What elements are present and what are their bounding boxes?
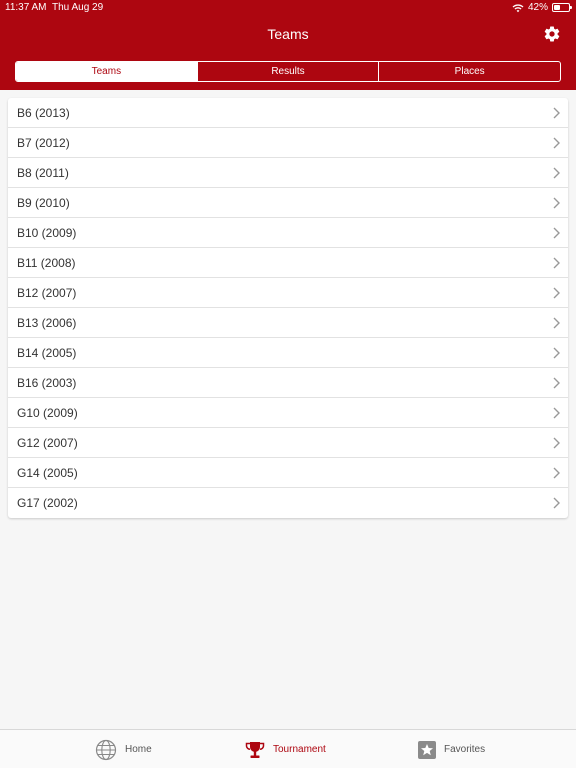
trophy-icon <box>245 741 265 758</box>
chevron-right-icon <box>553 467 560 478</box>
tab-tournament[interactable]: Tournament <box>245 730 326 768</box>
list-item[interactable]: G14 (2005) <box>8 458 568 488</box>
chevron-right-icon <box>553 197 560 208</box>
chevron-right-icon <box>553 287 560 298</box>
list-item-label: B9 (2010) <box>17 195 70 210</box>
list-item[interactable]: G17 (2002) <box>8 488 568 518</box>
chevron-right-icon <box>553 377 560 388</box>
list-item[interactable]: G12 (2007) <box>8 428 568 458</box>
chevron-right-icon <box>553 227 560 238</box>
chevron-right-icon <box>553 167 560 178</box>
wifi-icon <box>512 3 524 12</box>
list-item-label: B13 (2006) <box>17 315 77 330</box>
status-time: 11:37 AM <box>5 2 47 13</box>
status-date: Thu Aug 29 <box>52 2 104 13</box>
list-item-label: B14 (2005) <box>17 345 77 360</box>
list-item-label: B16 (2003) <box>17 375 77 390</box>
chevron-right-icon <box>553 107 560 118</box>
list-item-label: G10 (2009) <box>17 405 78 420</box>
list-item-label: B12 (2007) <box>17 285 77 300</box>
tab-favorites[interactable]: Favorites <box>418 730 485 768</box>
chevron-right-icon <box>553 347 560 358</box>
list-item-label: B11 (2008) <box>17 255 76 270</box>
status-bar: 11:37 AM Thu Aug 29 42% <box>0 0 576 16</box>
header: 11:37 AM Thu Aug 29 42% Teams Teams Resu… <box>0 0 576 90</box>
list-item-label: G17 (2002) <box>17 496 78 510</box>
list-item[interactable]: B9 (2010) <box>8 188 568 218</box>
list-item-label: B7 (2012) <box>17 135 70 150</box>
chevron-right-icon <box>553 257 560 268</box>
battery-fill <box>554 5 560 10</box>
list-item[interactable]: B14 (2005) <box>8 338 568 368</box>
list-item[interactable]: B12 (2007) <box>8 278 568 308</box>
list-item[interactable]: B13 (2006) <box>8 308 568 338</box>
bottom-tab-bar: Home Tournament Favorites <box>0 729 576 768</box>
battery-percent: 42% <box>527 2 548 13</box>
chevron-right-icon <box>553 137 560 148</box>
star-icon <box>418 740 436 759</box>
tab-favorites-label: Favorites <box>444 744 486 755</box>
page-title: Teams <box>267 26 309 42</box>
tab-teams[interactable]: Teams <box>16 62 197 81</box>
status-right: 42% <box>512 2 572 13</box>
chevron-right-icon <box>553 497 560 509</box>
list-item-label: G12 (2007) <box>17 435 78 450</box>
list-item-label: G14 (2005) <box>17 465 78 480</box>
tab-home[interactable]: Home <box>95 730 152 768</box>
list-item[interactable]: B6 (2013) <box>8 98 568 128</box>
list-item[interactable]: B16 (2003) <box>8 368 568 398</box>
chevron-right-icon <box>553 317 560 328</box>
teams-list: B6 (2013) B7 (2012) B8 (2011) B9 (2010) … <box>8 98 568 518</box>
settings-button[interactable] <box>542 24 562 44</box>
tab-tournament-label: Tournament <box>273 744 326 755</box>
tab-results[interactable]: Results <box>196 62 379 81</box>
list-item-label: B6 (2013) <box>17 105 70 120</box>
tab-home-label: Home <box>125 744 152 755</box>
list-item-label: B8 (2011) <box>17 165 69 180</box>
list-item[interactable]: G10 (2009) <box>8 398 568 428</box>
list-item-label: B10 (2009) <box>17 225 77 240</box>
segmented-control: Teams Results Places <box>15 61 561 82</box>
tab-places[interactable]: Places <box>378 62 560 81</box>
chevron-right-icon <box>553 437 560 448</box>
app-root: 11:37 AM Thu Aug 29 42% Teams Teams Resu… <box>0 0 576 768</box>
chevron-right-icon <box>553 407 560 418</box>
globe-icon <box>95 739 117 760</box>
list-item[interactable]: B7 (2012) <box>8 128 568 158</box>
battery-icon <box>552 3 572 12</box>
list-item[interactable]: B11 (2008) <box>8 248 568 278</box>
list-item[interactable]: B10 (2009) <box>8 218 568 248</box>
list-item[interactable]: B8 (2011) <box>8 158 568 188</box>
gear-icon <box>544 26 560 42</box>
